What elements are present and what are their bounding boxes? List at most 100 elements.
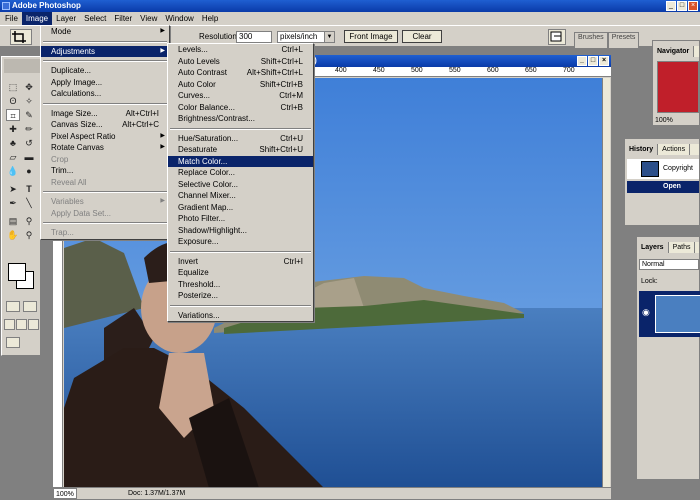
- pen-tool-icon[interactable]: ✒: [6, 197, 20, 209]
- adjustments-item-gradient-map[interactable]: Gradient Map...: [168, 202, 313, 214]
- image-menu-item-canvas-size[interactable]: Canvas Size... Alt+Ctrl+C: [41, 119, 169, 131]
- tab-history[interactable]: History: [625, 144, 659, 155]
- blur-tool-icon[interactable]: 💧: [6, 165, 20, 177]
- adjustments-item-auto-contrast[interactable]: Auto Contrast Alt+Shift+Ctrl+L: [168, 67, 313, 79]
- adjustments-item-shadow-highlight[interactable]: Shadow/Highlight...: [168, 225, 313, 237]
- eraser-tool-icon[interactable]: ▱: [6, 151, 20, 163]
- eyedropper-tool-icon[interactable]: ⚲: [22, 215, 36, 227]
- clone-stamp-tool-icon[interactable]: ♣: [6, 137, 20, 149]
- zoom-tool-icon[interactable]: ⚲: [22, 229, 36, 241]
- vertical-scrollbar[interactable]: [602, 78, 610, 488]
- resolution-input[interactable]: 300: [236, 31, 272, 43]
- close-button[interactable]: ×: [688, 1, 698, 11]
- adjustments-item-variations[interactable]: Variations...: [168, 310, 313, 322]
- adjustments-item-brightness-contrast[interactable]: Brightness/Contrast...: [168, 113, 313, 125]
- well-tab-brushes[interactable]: Brushes: [574, 32, 608, 48]
- slice-tool-icon[interactable]: ✎: [22, 109, 36, 121]
- screen-mode-full-menu-button[interactable]: [16, 319, 27, 330]
- gradient-tool-icon[interactable]: ▬: [22, 151, 36, 163]
- adjustments-item-selective-color[interactable]: Selective Color...: [168, 179, 313, 191]
- menu-select[interactable]: Select: [80, 12, 110, 25]
- brush-tool-icon[interactable]: ✏: [22, 123, 36, 135]
- layer-row-background[interactable]: ◉: [639, 291, 700, 337]
- adjustments-item-photo-filter[interactable]: Photo Filter...: [168, 213, 313, 225]
- palette-menu-icon[interactable]: [548, 29, 566, 45]
- image-menu-item-image-size[interactable]: Image Size... Alt+Ctrl+I: [41, 108, 169, 120]
- image-menu-item-calculations[interactable]: Calculations...: [41, 88, 169, 100]
- adjustments-item-curves[interactable]: Curves... Ctrl+M: [168, 90, 313, 102]
- menu-help[interactable]: Help: [198, 12, 222, 25]
- tab-layers[interactable]: Layers: [637, 242, 669, 253]
- adjustments-item-match-color[interactable]: Match Color...: [168, 155, 313, 167]
- adjustments-item-invert[interactable]: Invert Ctrl+I: [168, 256, 313, 268]
- screen-mode-standard-button[interactable]: [4, 319, 15, 330]
- resolution-unit-select[interactable]: pixels/inch ▼: [277, 31, 335, 43]
- document-size[interactable]: Doc: 1.37M/1.37M: [128, 488, 185, 499]
- adjustments-item-posterize[interactable]: Posterize...: [168, 290, 313, 302]
- dodge-tool-icon[interactable]: ●: [22, 165, 36, 177]
- imageready-button[interactable]: [6, 337, 20, 348]
- menu-view[interactable]: View: [136, 12, 161, 25]
- adjustments-item-desaturate[interactable]: Desaturate Shift+Ctrl+U: [168, 144, 313, 156]
- well-tab-presets[interactable]: Presets: [607, 32, 640, 48]
- adjustments-item-color-balance[interactable]: Color Balance... Ctrl+B: [168, 102, 313, 114]
- tab-paths[interactable]: Paths: [669, 242, 696, 253]
- menu-file[interactable]: File: [1, 12, 22, 25]
- history-state-open[interactable]: Open: [627, 181, 699, 193]
- adjustments-item-replace-color[interactable]: Replace Color...: [168, 167, 313, 179]
- menu-layer[interactable]: Layer: [52, 12, 80, 25]
- hand-tool-icon[interactable]: ✋: [6, 229, 20, 241]
- image-menu-item-pixel-aspect-ratio[interactable]: Pixel Aspect Ratio ▶: [41, 131, 169, 143]
- menu-filter[interactable]: Filter: [110, 12, 136, 25]
- foreground-color-swatch[interactable]: [8, 263, 26, 281]
- navigator-zoom[interactable]: 100%: [655, 117, 673, 124]
- menu-window[interactable]: Window: [161, 12, 197, 25]
- menu-item-label: Threshold...: [178, 279, 221, 289]
- minimize-button[interactable]: _: [666, 1, 676, 11]
- image-menu-item-trim[interactable]: Trim...: [41, 165, 169, 177]
- tab-actions[interactable]: Actions: [658, 144, 691, 155]
- zoom-field[interactable]: 100%: [53, 488, 77, 499]
- adjustments-item-levels[interactable]: Levels... Ctrl+L: [168, 44, 313, 56]
- magic-wand-tool-icon[interactable]: ✧: [22, 95, 36, 107]
- adjustments-item-exposure[interactable]: Exposure...: [168, 236, 313, 248]
- healing-brush-tool-icon[interactable]: ✚: [6, 123, 20, 135]
- screen-mode-full-button[interactable]: [28, 319, 39, 330]
- image-menu-item-adjustments[interactable]: Adjustments ▶: [41, 45, 169, 57]
- adjustments-item-hue-saturation[interactable]: Hue/Saturation... Ctrl+U: [168, 133, 313, 145]
- adjustments-item-equalize[interactable]: Equalize: [168, 267, 313, 279]
- adjustments-item-channel-mixer[interactable]: Channel Mixer...: [168, 190, 313, 202]
- tool-preset-picker[interactable]: [10, 29, 32, 45]
- front-image-button[interactable]: Front Image: [344, 30, 398, 43]
- eye-icon[interactable]: ◉: [642, 307, 650, 318]
- type-tool-icon[interactable]: T: [22, 183, 36, 195]
- history-snapshot-row[interactable]: Copyright: [627, 159, 699, 179]
- marquee-tool-icon[interactable]: ⬚: [6, 81, 20, 93]
- move-tool-icon[interactable]: ✥: [22, 81, 36, 93]
- notes-tool-icon[interactable]: ▤: [6, 215, 20, 227]
- doc-minimize-button[interactable]: _: [577, 56, 587, 66]
- doc-maximize-button[interactable]: □: [588, 56, 598, 66]
- image-menu-item-duplicate[interactable]: Duplicate...: [41, 65, 169, 77]
- menu-item-shortcut: Ctrl+U: [280, 133, 303, 143]
- line-tool-icon[interactable]: ╲: [22, 197, 36, 209]
- image-menu-item-rotate-canvas[interactable]: Rotate Canvas ▶: [41, 142, 169, 154]
- crop-tool-icon[interactable]: ⌗: [6, 109, 20, 121]
- adjustments-item-threshold[interactable]: Threshold...: [168, 279, 313, 291]
- lasso-tool-icon[interactable]: ʘ: [6, 95, 20, 107]
- doc-close-button[interactable]: ×: [599, 56, 609, 66]
- blend-mode-select[interactable]: Normal: [639, 259, 699, 270]
- navigator-thumbnail[interactable]: [657, 61, 699, 113]
- maximize-button[interactable]: □: [677, 1, 687, 11]
- menu-image[interactable]: Image: [21, 12, 53, 25]
- history-brush-tool-icon[interactable]: ↺: [22, 137, 36, 149]
- adjustments-item-auto-levels[interactable]: Auto Levels Shift+Ctrl+L: [168, 56, 313, 68]
- clear-button[interactable]: Clear: [402, 30, 442, 43]
- image-menu-item-apply-image[interactable]: Apply Image...: [41, 77, 169, 89]
- quick-mask-mode-button[interactable]: [23, 301, 37, 312]
- standard-mode-button[interactable]: [6, 301, 20, 312]
- tab-navigator[interactable]: Navigator: [653, 46, 695, 57]
- adjustments-item-auto-color[interactable]: Auto Color Shift+Ctrl+B: [168, 79, 313, 91]
- path-selection-tool-icon[interactable]: ➤: [6, 183, 20, 195]
- image-menu-item-mode[interactable]: Mode ▶: [41, 26, 169, 38]
